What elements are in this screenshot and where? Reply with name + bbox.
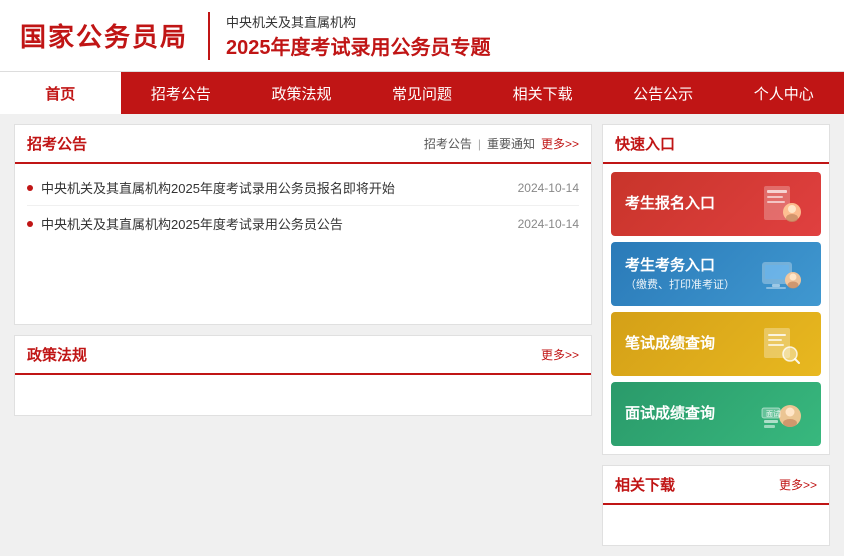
related-title: 相关下载 (615, 474, 675, 495)
subtitle-top: 中央机关及其直属机构 (226, 12, 491, 31)
exam-affairs-icon (753, 247, 807, 301)
nav-item-home[interactable]: 首页 (0, 72, 121, 114)
header: 国家公务员局 中央机关及其直属机构 2025年度考试录用公务员专题 (0, 0, 844, 72)
nav-item-faq[interactable]: 常见问题 (362, 72, 483, 114)
link-divider: | (478, 137, 481, 151)
nav-item-personal[interactable]: 个人中心 (723, 72, 844, 114)
link-important[interactable]: 重要通知 (487, 135, 535, 152)
related-more[interactable]: 更多>> (779, 476, 817, 493)
left-column: 招考公告 招考公告 | 重要通知 更多>> 中央机关及其直属机构2025年度考试… (14, 124, 592, 546)
main-nav: 首页 招考公告 政策法规 常见问题 相关下载 公告公示 个人中心 (0, 72, 844, 114)
nav-item-policy[interactable]: 政策法规 (241, 72, 362, 114)
related-header: 相关下载 更多>> (603, 466, 829, 505)
link-announcement[interactable]: 招考公告 (424, 135, 472, 152)
announcement-dot-2 (27, 221, 33, 227)
btn-exam-affairs-text: 考生考务入口 (625, 256, 735, 276)
announcement-date-1: 2024-10-14 (518, 181, 579, 195)
btn-written-score-text: 笔试成绩查询 (625, 334, 715, 354)
btn-registration[interactable]: 考生报名入口 (611, 172, 821, 236)
btn-interview-score[interactable]: 面试成绩查询 面试 (611, 382, 821, 446)
header-subtitle: 中央机关及其直属机构 2025年度考试录用公务员专题 (208, 12, 491, 60)
nav-item-download[interactable]: 相关下载 (482, 72, 603, 114)
related-section: 相关下载 更多>> (602, 465, 830, 546)
policy-more[interactable]: 更多>> (541, 346, 579, 363)
svg-text:面试: 面试 (766, 409, 780, 418)
quick-entry-box: 快速入口 考生报名入口 (602, 124, 830, 455)
related-content (603, 505, 829, 545)
btn-exam-affairs-label: 考生考务入口 （缴费、打印准考证） (625, 256, 735, 292)
policy-section: 政策法规 更多>> (14, 335, 592, 416)
written-score-icon (753, 317, 807, 371)
btn-registration-text: 考生报名入口 (625, 194, 715, 214)
nav-item-notice[interactable]: 公告公示 (603, 72, 724, 114)
btn-exam-affairs-sub: （缴费、打印准考证） (625, 276, 735, 292)
btn-interview-score-text: 面试成绩查询 (625, 404, 715, 424)
announcement-links: 招考公告 | 重要通知 更多>> (424, 135, 579, 152)
policy-content (15, 375, 591, 415)
policy-title: 政策法规 (27, 344, 87, 365)
announcement-header: 招考公告 招考公告 | 重要通知 更多>> (15, 125, 591, 164)
announcement-text-2[interactable]: 中央机关及其直属机构2025年度考试录用公务员公告 (41, 214, 508, 233)
announcement-title: 招考公告 (27, 133, 87, 154)
btn-registration-label: 考生报名入口 (625, 194, 715, 214)
announcement-dot (27, 185, 33, 191)
site-logo: 国家公务员局 (20, 17, 188, 54)
main-content: 招考公告 招考公告 | 重要通知 更多>> 中央机关及其直属机构2025年度考试… (0, 114, 844, 556)
quick-entry-title: 快速入口 (603, 125, 829, 164)
policy-header: 政策法规 更多>> (15, 336, 591, 375)
announcement-date-2: 2024-10-14 (518, 217, 579, 231)
announcement-section: 招考公告 招考公告 | 重要通知 更多>> 中央机关及其直属机构2025年度考试… (14, 124, 592, 325)
announcement-list: 中央机关及其直属机构2025年度考试录用公务员报名即将开始 2024-10-14… (15, 164, 591, 324)
btn-written-score-label: 笔试成绩查询 (625, 334, 715, 354)
nav-item-announcement[interactable]: 招考公告 (121, 72, 242, 114)
quick-entries: 考生报名入口 (603, 164, 829, 454)
right-column: 快速入口 考生报名入口 (602, 124, 830, 546)
subtitle-bottom: 2025年度考试录用公务员专题 (226, 31, 491, 60)
announcement-item: 中央机关及其直属机构2025年度考试录用公务员报名即将开始 2024-10-14 (27, 170, 579, 206)
announcement-item-2: 中央机关及其直属机构2025年度考试录用公务员公告 2024-10-14 (27, 206, 579, 241)
btn-interview-score-label: 面试成绩查询 (625, 404, 715, 424)
announcement-more[interactable]: 更多>> (541, 135, 579, 152)
announcement-text-1[interactable]: 中央机关及其直属机构2025年度考试录用公务员报名即将开始 (41, 178, 508, 197)
btn-exam-affairs[interactable]: 考生考务入口 （缴费、打印准考证） (611, 242, 821, 306)
registration-icon (753, 177, 807, 231)
btn-written-score[interactable]: 笔试成绩查询 (611, 312, 821, 376)
interview-score-icon: 面试 (753, 387, 807, 441)
